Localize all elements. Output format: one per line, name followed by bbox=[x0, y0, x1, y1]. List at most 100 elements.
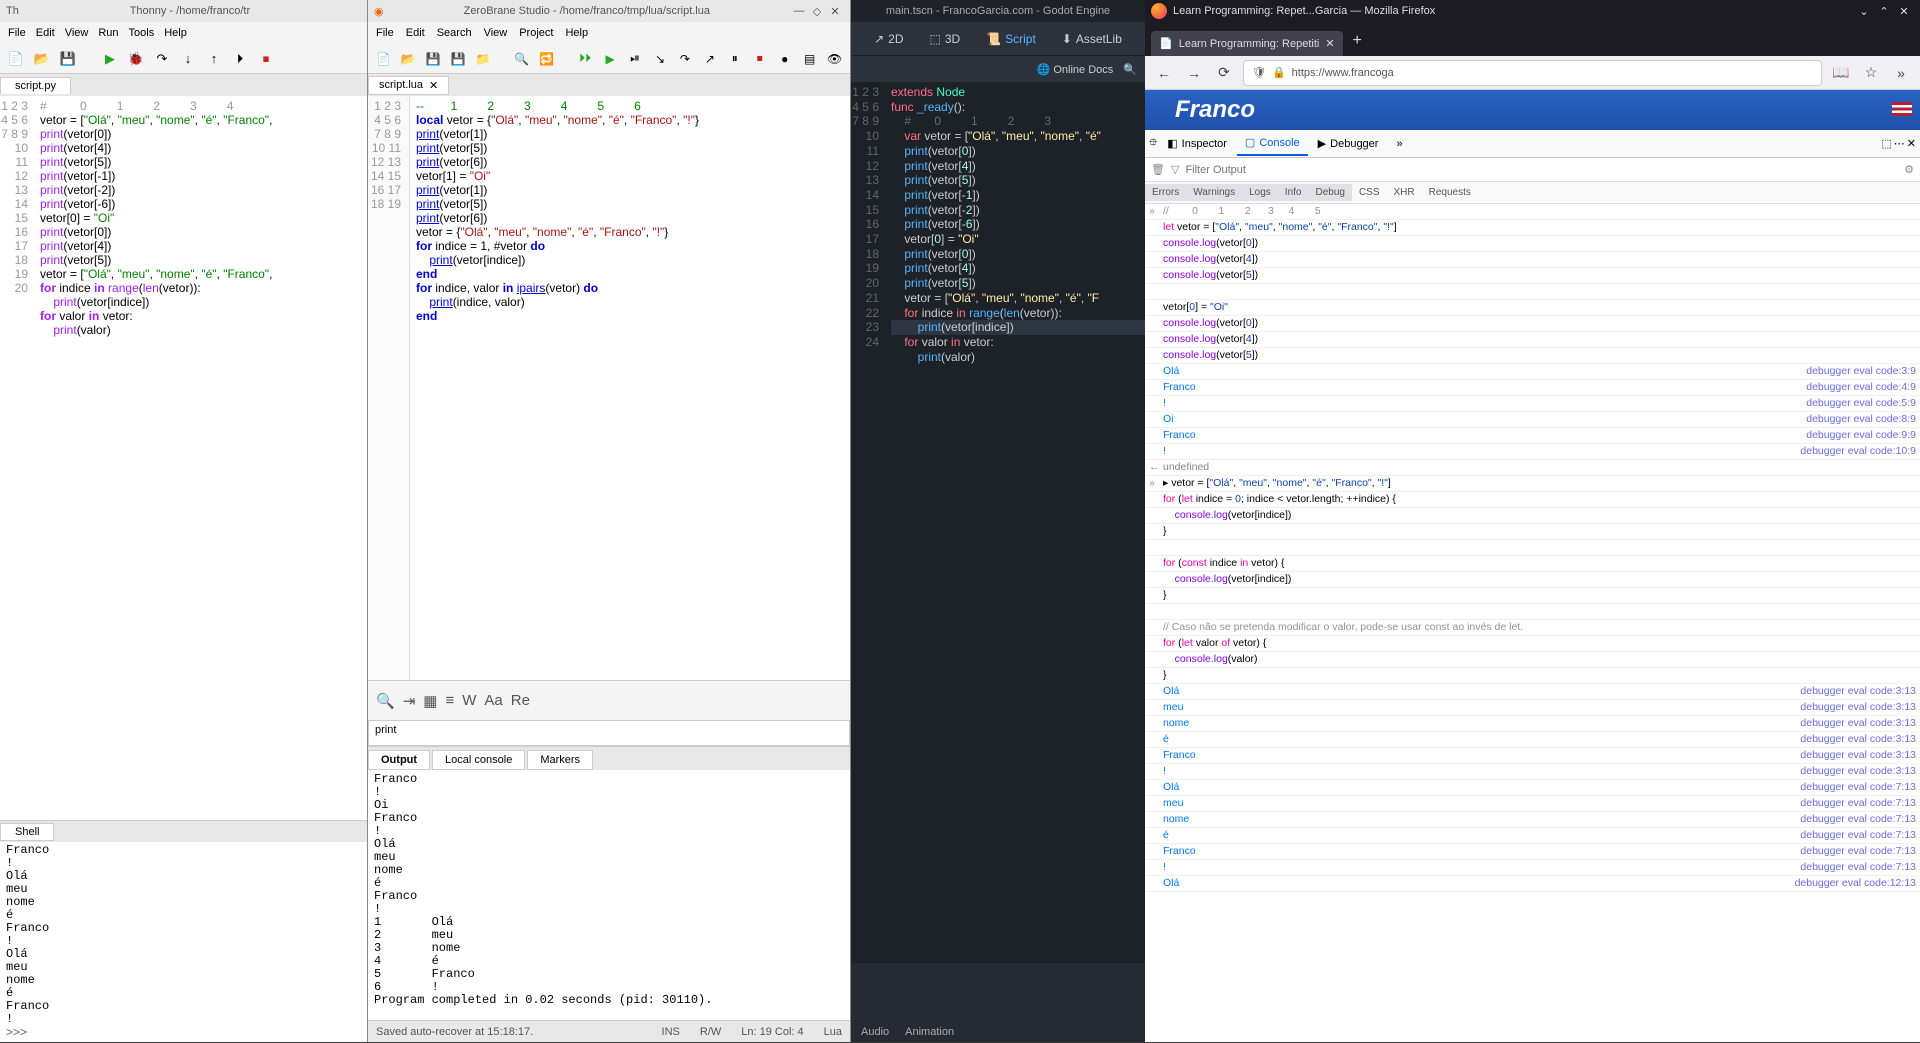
bottom-tab-animation[interactable]: Animation bbox=[905, 1026, 954, 1038]
step-out-icon[interactable]: ↗ bbox=[700, 49, 719, 69]
menu-help[interactable]: Help bbox=[565, 27, 588, 39]
mode-assetlib[interactable]: ⬇AssetLib bbox=[1054, 28, 1130, 50]
step-into-icon[interactable]: ↘ bbox=[651, 49, 670, 69]
toggle-breakpoint-icon[interactable]: ● bbox=[775, 49, 794, 69]
godot-editor[interactable]: 1 2 3 4 5 6 7 8 9 10 11 12 13 14 15 16 1… bbox=[851, 82, 1145, 962]
menu-file[interactable]: File bbox=[376, 27, 394, 39]
maximize-icon[interactable]: ◇ bbox=[808, 5, 826, 18]
search-docs-icon[interactable]: 🔍 bbox=[1123, 63, 1137, 76]
forward-button[interactable]: → bbox=[1183, 62, 1205, 84]
resume-icon[interactable]: ⏵ bbox=[230, 49, 250, 69]
menu-search[interactable]: Search bbox=[437, 27, 472, 39]
thonny-shell[interactable]: Franco ! Olá meu nome é Franco ! Olá meu… bbox=[0, 842, 367, 1042]
thonny-shell-tab[interactable]: Shell bbox=[0, 823, 54, 841]
debug-icon[interactable]: 🐞 bbox=[126, 49, 146, 69]
filter-css[interactable]: CSS bbox=[1352, 184, 1387, 201]
menu-edit[interactable]: Edit bbox=[406, 27, 425, 39]
stack-icon[interactable]: ▤ bbox=[800, 49, 819, 69]
devtab-console[interactable]: ▢Console bbox=[1237, 131, 1308, 156]
mode-2d[interactable]: ↗2D bbox=[866, 28, 911, 50]
thonny-code[interactable]: # 0 1 2 3 4vetor = ["Olá", "meu", "nome"… bbox=[36, 96, 367, 820]
replace-icon[interactable]: 🔁 bbox=[537, 49, 556, 69]
fold-icon[interactable]: ▦ bbox=[423, 692, 437, 710]
mode-script[interactable]: 📜Script bbox=[978, 28, 1044, 50]
language-flag-icon[interactable] bbox=[1892, 102, 1912, 116]
menu-view[interactable]: View bbox=[484, 27, 508, 39]
close-icon[interactable]: ✕ bbox=[1894, 5, 1914, 18]
output-tab-local-console[interactable]: Local console bbox=[432, 750, 525, 770]
run-icon[interactable]: ⏵⏵ bbox=[576, 49, 595, 69]
close-tab-icon[interactable]: ✕ bbox=[429, 79, 438, 92]
bookmark-icon[interactable]: ☆ bbox=[1860, 62, 1882, 84]
filter-xhr[interactable]: XHR bbox=[1387, 184, 1422, 201]
minimize-icon[interactable]: — bbox=[790, 5, 808, 17]
menu-run[interactable]: Run bbox=[98, 27, 118, 39]
indent-icon[interactable]: ⇥ bbox=[403, 692, 416, 710]
case-toggle[interactable]: Aa bbox=[484, 692, 502, 709]
zerobrane-editor[interactable]: 1 2 3 4 5 6 7 8 9 10 11 12 13 14 15 16 1… bbox=[368, 96, 850, 680]
zerobrane-search-input[interactable]: print bbox=[368, 720, 850, 746]
menu-view[interactable]: View bbox=[65, 27, 89, 39]
settings-icon[interactable]: ⚙ bbox=[1904, 163, 1914, 176]
address-bar[interactable]: 🛡 🔒 https://www.francoga bbox=[1243, 60, 1822, 86]
menu-tools[interactable]: Tools bbox=[129, 27, 155, 39]
close-icon[interactable]: ✕ bbox=[826, 5, 844, 18]
online-docs-link[interactable]: 🌐 Online Docs bbox=[1037, 63, 1114, 76]
devtools-picker-icon[interactable]: ⯐ bbox=[1149, 134, 1157, 153]
thonny-editor[interactable]: 1 2 3 4 5 6 7 8 9 10 11 12 13 14 15 16 1… bbox=[0, 96, 367, 820]
start-debug-icon[interactable]: ▶ bbox=[601, 49, 620, 69]
devtab-inspector[interactable]: ◧Inspector bbox=[1159, 132, 1235, 155]
new-file-icon[interactable]: 📄 bbox=[6, 49, 26, 69]
overflow-icon[interactable]: » bbox=[1890, 62, 1912, 84]
thonny-tab-script[interactable]: script.py bbox=[0, 77, 71, 94]
step-into-icon[interactable]: ↓ bbox=[178, 49, 198, 69]
filter-errors[interactable]: Errors bbox=[1145, 184, 1186, 201]
lock-icon[interactable]: 🔒 bbox=[1272, 66, 1286, 79]
trash-icon[interactable]: 🗑 bbox=[1151, 163, 1165, 176]
bottom-tab-audio[interactable]: Audio bbox=[861, 1026, 889, 1038]
menu-edit[interactable]: Edit bbox=[36, 27, 55, 39]
filter-debug[interactable]: Debug bbox=[1308, 184, 1351, 201]
open-file-icon[interactable]: 📂 bbox=[32, 49, 52, 69]
output-tab-output[interactable]: Output bbox=[368, 750, 430, 770]
new-tab-button[interactable]: + bbox=[1347, 26, 1368, 56]
run-to-cursor-icon[interactable]: ⏯ bbox=[626, 49, 645, 69]
filter-requests[interactable]: Requests bbox=[1422, 184, 1478, 201]
reload-button[interactable]: ⟳ bbox=[1213, 62, 1235, 84]
godot-code[interactable]: extends Nodefunc _ready(): # 0 1 2 3 var… bbox=[885, 82, 1145, 962]
devtab-debugger[interactable]: ▶Debugger bbox=[1310, 132, 1387, 155]
save-file-icon[interactable]: 💾 bbox=[58, 49, 78, 69]
run-icon[interactable]: ▶ bbox=[100, 49, 120, 69]
filter-logs[interactable]: Logs bbox=[1242, 184, 1278, 201]
console-output[interactable]: »// 0 1 2 3 4 5let vetor = ["Olá", "meu"… bbox=[1145, 204, 1920, 1042]
whole-word-toggle[interactable]: W bbox=[462, 692, 476, 709]
regex-toggle[interactable]: Re bbox=[511, 692, 530, 709]
filter-warnings[interactable]: Warnings bbox=[1186, 184, 1242, 201]
menu-help[interactable]: Help bbox=[164, 27, 187, 39]
stop-icon[interactable]: ⏹ bbox=[256, 49, 276, 69]
step-out-icon[interactable]: ↑ bbox=[204, 49, 224, 69]
bookmark-icon[interactable]: ≡ bbox=[445, 692, 454, 709]
close-tab-icon[interactable]: ✕ bbox=[1325, 37, 1334, 50]
mode-3d[interactable]: ⬚3D bbox=[921, 28, 968, 50]
reader-icon[interactable]: 📖 bbox=[1830, 62, 1852, 84]
devtools-menu-icon[interactable]: ⋯ bbox=[1894, 137, 1905, 150]
find-icon[interactable]: 🔍 bbox=[512, 49, 531, 69]
open-file-icon[interactable]: 📂 bbox=[399, 49, 418, 69]
find-in-file-icon[interactable]: 🔍 bbox=[376, 692, 395, 710]
maximize-icon[interactable]: ⌃ bbox=[1874, 5, 1894, 18]
filter-input[interactable] bbox=[1185, 164, 1898, 176]
zerobrane-code[interactable]: -- 1 2 3 4 5 6local vetor = {"Olá", "meu… bbox=[410, 96, 850, 680]
dock-icon[interactable]: ⬚ bbox=[1881, 137, 1891, 150]
filter-info[interactable]: Info bbox=[1278, 184, 1309, 201]
devtools-close-icon[interactable]: ✕ bbox=[1907, 137, 1916, 150]
save-file-icon[interactable]: 💾 bbox=[424, 49, 443, 69]
step-over-icon[interactable]: ↷ bbox=[675, 49, 694, 69]
zerobrane-output[interactable]: Franco ! Oi Franco ! Olá meu nome é Fran… bbox=[368, 770, 850, 1020]
output-tab-markers[interactable]: Markers bbox=[527, 750, 593, 770]
watch-icon[interactable]: 👁 bbox=[825, 49, 844, 69]
zerobrane-tab-script[interactable]: script.lua ✕ bbox=[368, 76, 449, 95]
new-file-icon[interactable]: 📄 bbox=[374, 49, 393, 69]
menu-file[interactable]: File bbox=[8, 27, 26, 39]
break-icon[interactable]: ⏸ bbox=[725, 49, 744, 69]
